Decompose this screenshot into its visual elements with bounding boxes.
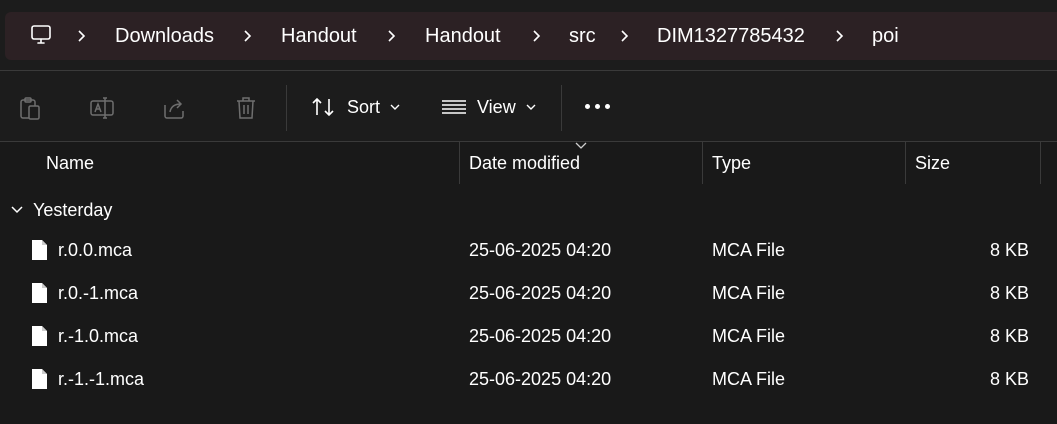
file-size: 8 KB (989, 369, 1029, 389)
more-options-icon[interactable] (583, 104, 613, 112)
chevron-right-icon[interactable] (241, 28, 255, 44)
view-button[interactable]: View (441, 89, 536, 125)
file-type: MCA File (712, 283, 786, 303)
table-row[interactable]: r.-1.-1.mca 25-06-2025 04:20 MCA File 8 … (0, 358, 1057, 401)
toolbar-separator (286, 85, 287, 131)
sort-icon (312, 97, 334, 117)
rename-icon[interactable] (89, 95, 115, 121)
group-header-yesterday[interactable]: Yesterday (10, 199, 112, 221)
file-size: 8 KB (989, 240, 1029, 260)
file-name: r.-1.-1.mca (58, 369, 145, 389)
chevron-right-icon[interactable] (833, 28, 847, 44)
breadcrumb-handout-2[interactable]: Handout (425, 12, 501, 60)
file-date-modified: 25-06-2025 04:20 (469, 369, 612, 389)
file-date-modified: 25-06-2025 04:20 (469, 240, 612, 260)
vertical-scrollbar[interactable] (1045, 142, 1057, 424)
breadcrumb-downloads[interactable]: Downloads (115, 12, 214, 60)
file-name: r.-1.0.mca (58, 326, 139, 346)
file-date-modified: 25-06-2025 04:20 (469, 326, 612, 346)
chevron-down-icon (390, 104, 400, 110)
column-header-date-modified[interactable]: Date modified (469, 142, 580, 184)
column-divider[interactable] (459, 142, 460, 184)
column-headers: Name Date modified Type Size (0, 142, 1057, 184)
column-divider[interactable] (905, 142, 906, 184)
file-icon (32, 240, 47, 260)
group-label: Yesterday (33, 199, 113, 220)
file-name: r.0.0.mca (58, 240, 133, 260)
view-icon (442, 100, 466, 114)
breadcrumb-dim[interactable]: DIM1327785432 (657, 12, 805, 60)
chevron-down-icon (526, 104, 536, 110)
breadcrumb-poi[interactable]: poi (872, 12, 899, 60)
computer-icon[interactable] (29, 23, 53, 47)
chevron-right-icon[interactable] (75, 28, 89, 44)
table-row[interactable]: r.-1.0.mca 25-06-2025 04:20 MCA File 8 K… (0, 315, 1057, 358)
chevron-right-icon[interactable] (530, 28, 544, 44)
column-header-size[interactable]: Size (915, 142, 950, 184)
column-divider[interactable] (1040, 142, 1041, 184)
delete-icon[interactable] (233, 95, 259, 121)
file-size: 8 KB (989, 326, 1029, 346)
file-icon (32, 283, 47, 303)
file-type: MCA File (712, 240, 786, 260)
sort-label: Sort (347, 96, 381, 117)
chevron-right-icon[interactable] (385, 28, 399, 44)
file-icon (32, 369, 47, 389)
file-name: r.0.-1.mca (58, 283, 139, 303)
column-header-type[interactable]: Type (712, 142, 751, 184)
share-icon[interactable] (161, 95, 187, 121)
file-type: MCA File (712, 369, 786, 389)
breadcrumb-handout[interactable]: Handout (281, 12, 357, 60)
file-date-modified: 25-06-2025 04:20 (469, 283, 612, 303)
address-bar-area: Downloads Handout Handout src DIM1327785… (0, 0, 1057, 72)
chevron-right-icon[interactable] (618, 28, 632, 44)
column-divider[interactable] (702, 142, 703, 184)
toolbar-separator (561, 85, 562, 131)
address-bar[interactable]: Downloads Handout Handout src DIM1327785… (5, 12, 1057, 60)
file-size: 8 KB (989, 283, 1029, 303)
table-row[interactable]: r.0.0.mca 25-06-2025 04:20 MCA File 8 KB (0, 229, 1057, 272)
command-bar: Sort View (0, 71, 1057, 141)
file-icon (32, 326, 47, 346)
table-row[interactable]: r.0.-1.mca 25-06-2025 04:20 MCA File 8 K… (0, 272, 1057, 315)
chevron-down-icon[interactable] (10, 205, 24, 215)
view-label: View (477, 96, 516, 117)
breadcrumb-src[interactable]: src (569, 12, 596, 60)
column-header-name[interactable]: Name (46, 142, 94, 184)
paste-icon[interactable] (17, 95, 43, 121)
file-type: MCA File (712, 326, 786, 346)
sort-button[interactable]: Sort (311, 89, 400, 125)
